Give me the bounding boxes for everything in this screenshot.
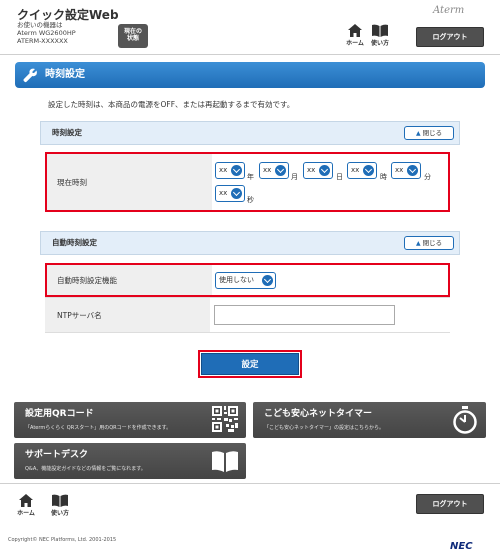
section-time-collapse-button[interactable]: ▲ 閉じる: [404, 126, 454, 140]
minute-value: xx: [395, 166, 404, 174]
home-label: ホーム: [346, 40, 364, 47]
qr-code-icon: [212, 406, 238, 432]
day-select[interactable]: xx: [303, 162, 333, 179]
auto-time-label: 自動時刻設定機能: [47, 265, 212, 295]
book-icon: [212, 451, 238, 472]
nec-logo: NEC: [450, 541, 473, 552]
page-title: 時刻設定: [45, 69, 85, 80]
book-icon: [372, 24, 388, 37]
minute-select[interactable]: xx: [391, 162, 421, 179]
chevron-down-icon: [407, 165, 418, 176]
qr-code-title: 設定用QRコード: [25, 409, 94, 419]
footer-help-label: 使い方: [50, 510, 69, 517]
auto-time-value: 使用しない: [219, 276, 254, 284]
auto-time-select[interactable]: 使用しない: [215, 272, 276, 289]
month-value: xx: [263, 166, 272, 174]
section-auto-collapse-button[interactable]: ▲ 閉じる: [404, 236, 454, 250]
status-button-line1: 現在の: [123, 28, 142, 35]
footer-home-button[interactable]: ホーム: [14, 494, 38, 517]
footer-home-label: ホーム: [17, 510, 35, 517]
child-net-timer-title: こども安心ネットタイマー: [264, 409, 373, 419]
book-icon: [52, 494, 68, 507]
footer-divider: [0, 483, 500, 484]
device-model: Aterm WG2600HP: [17, 29, 76, 37]
home-button[interactable]: ホーム: [343, 24, 367, 47]
aterm-logo: Aterm: [433, 5, 465, 16]
hour-unit: 時: [380, 173, 387, 181]
ntp-server-input[interactable]: [214, 305, 395, 325]
month-select[interactable]: xx: [259, 162, 289, 179]
device-label: お使いの機器は: [17, 21, 63, 29]
current-time-label: 現在時刻: [47, 154, 212, 210]
second-select[interactable]: xx: [215, 185, 245, 202]
section-auto-title: 自動時刻設定: [52, 238, 97, 247]
chevron-down-icon: [319, 165, 330, 176]
help-label: 使い方: [370, 40, 389, 47]
support-desk-desc: Q&A、機能設定ガイドなどの情報をご覧になれます。: [25, 466, 146, 472]
collapse-label: 閉じる: [422, 129, 443, 137]
collapse-label: 閉じる: [422, 239, 443, 247]
notice-text: 設定した時刻は、本商品の電源をOFF、または再起動するまで有効です。: [48, 100, 295, 109]
child-net-timer-tile[interactable]: こども安心ネットタイマー 「こども安心ネットタイマー」の設定はこちらから。: [253, 402, 486, 438]
chevron-down-icon: [231, 188, 242, 199]
second-value: xx: [219, 189, 228, 197]
chevron-down-icon: [262, 275, 273, 286]
page-title-bar: 時刻設定: [15, 62, 485, 88]
home-icon: [348, 24, 362, 37]
status-button[interactable]: 現在の 状態: [118, 24, 148, 48]
copyright: Copyright© NEC Platforms, Ltd. 2001-2015: [8, 537, 117, 543]
logout-button[interactable]: ログアウト: [416, 27, 484, 47]
day-unit: 日: [336, 173, 343, 181]
footer-help-button[interactable]: 使い方: [48, 494, 72, 517]
footer-logout-button[interactable]: ログアウト: [416, 494, 484, 514]
support-desk-tile[interactable]: サポートデスク Q&A、機能設定ガイドなどの情報をご覧になれます。: [14, 443, 246, 479]
chevron-down-icon: [363, 165, 374, 176]
qr-code-desc: 「Atermらくらく QRスタート」用のQRコードを作成できます。: [25, 425, 172, 431]
wrench-icon: [23, 68, 37, 83]
header: クイック設定Web お使いの機器は Aterm WG2600HP ATERM-X…: [0, 0, 500, 55]
device-id: ATERM-XXXXXX: [17, 37, 68, 45]
year-unit: 年: [247, 173, 254, 181]
submit-highlight: 設定: [198, 350, 302, 378]
month-unit: 月: [291, 173, 298, 181]
stopwatch-icon: [453, 406, 477, 434]
day-value: xx: [307, 166, 316, 174]
hour-value: xx: [351, 166, 360, 174]
chevron-down-icon: [275, 165, 286, 176]
section-time-header: 時刻設定 ▲ 閉じる: [40, 121, 460, 145]
help-button[interactable]: 使い方: [368, 24, 392, 47]
section-auto-header: 自動時刻設定 ▲ 閉じる: [40, 231, 460, 255]
minute-unit: 分: [424, 173, 431, 181]
year-value: xx: [219, 166, 228, 174]
child-net-timer-desc: 「こども安心ネットタイマー」の設定はこちらから。: [264, 425, 385, 431]
support-desk-title: サポートデスク: [25, 450, 89, 460]
home-icon: [19, 494, 33, 507]
submit-button[interactable]: 設定: [201, 353, 299, 375]
status-button-line2: 状態: [126, 35, 139, 42]
chevron-up-icon: ▲: [415, 240, 421, 247]
chevron-up-icon: ▲: [415, 130, 421, 137]
hour-select[interactable]: xx: [347, 162, 377, 179]
ntp-label: NTPサーバ名: [45, 298, 210, 332]
device-info: お使いの機器は Aterm WG2600HP ATERM-XXXXXX: [17, 21, 76, 45]
second-unit: 秒: [247, 196, 254, 204]
year-select[interactable]: xx: [215, 162, 245, 179]
chevron-down-icon: [231, 165, 242, 176]
section-time-title: 時刻設定: [52, 128, 82, 137]
qr-code-tile[interactable]: 設定用QRコード 「Atermらくらく QRスタート」用のQRコードを作成できま…: [14, 402, 246, 438]
